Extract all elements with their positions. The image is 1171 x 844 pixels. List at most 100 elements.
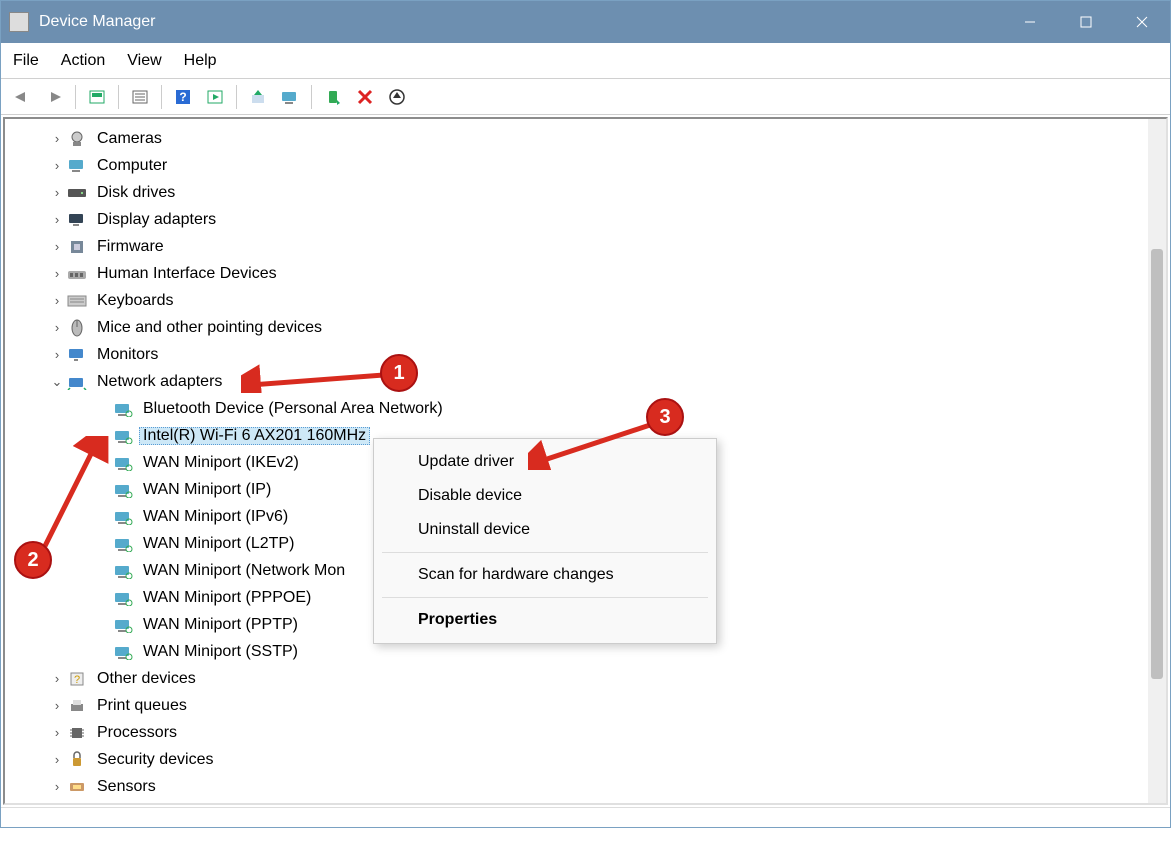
tree-item-label: WAN Miniport (PPTP)	[139, 617, 302, 633]
minimize-button[interactable]	[1002, 1, 1058, 43]
statusbar	[1, 807, 1170, 827]
tree-item-label: Cameras	[93, 131, 166, 147]
menu-item[interactable]: Disable device	[374, 479, 716, 513]
annotation-badge-3: 3	[646, 398, 684, 436]
menu-item[interactable]: Uninstall device	[374, 513, 716, 547]
enable-device-button[interactable]	[318, 83, 348, 111]
tree-category[interactable]: › Keyboards	[9, 287, 1162, 314]
titlebar[interactable]: Device Manager	[1, 1, 1170, 43]
processor-icon	[67, 724, 87, 742]
menu-item[interactable]: Properties	[374, 603, 716, 637]
tree-item-label: WAN Miniport (L2TP)	[139, 536, 298, 552]
chevron-icon[interactable]: ›	[49, 132, 65, 145]
netcard-icon	[113, 481, 133, 499]
uninstall-device-button[interactable]	[350, 83, 380, 111]
tree-item-label: Print queues	[93, 698, 191, 714]
chevron-icon[interactable]: ›	[49, 753, 65, 766]
chevron-icon[interactable]: ›	[49, 159, 65, 172]
chevron-icon[interactable]: ›	[49, 294, 65, 307]
netcard-icon	[113, 427, 133, 445]
menu-file[interactable]: File	[13, 52, 39, 70]
menu-view[interactable]: View	[127, 52, 161, 70]
update-driver-button[interactable]	[243, 83, 273, 111]
annotation-badge-2: 2	[14, 541, 52, 579]
printer-icon	[67, 697, 87, 715]
tree-category[interactable]: ›Disk drives	[9, 179, 1162, 206]
tree-item-label: Network adapters	[93, 374, 226, 390]
camera-icon	[67, 130, 87, 148]
netcard-icon	[113, 454, 133, 472]
tree-category[interactable]: › Processors	[9, 719, 1162, 746]
tree-item-label: Processors	[93, 725, 181, 741]
tree-item-label: Computer	[93, 158, 171, 174]
tree-item-label: Security devices	[93, 752, 218, 768]
tree-category[interactable]: ›? Other devices	[9, 665, 1162, 692]
action-button[interactable]	[200, 83, 230, 111]
tree-category[interactable]: ⌄ Network adapters	[9, 368, 1162, 395]
menu-help[interactable]: Help	[184, 52, 217, 70]
chevron-icon[interactable]: ›	[49, 726, 65, 739]
menu-item[interactable]: Scan for hardware changes	[374, 558, 716, 592]
chevron-icon[interactable]: ›	[49, 267, 65, 280]
forward-button[interactable]	[39, 83, 69, 111]
tree-item-label: Mice and other pointing devices	[93, 320, 326, 336]
security-icon	[67, 751, 87, 769]
tree-category[interactable]: › Display adapters	[9, 206, 1162, 233]
tree-item-label: Sensors	[93, 779, 160, 795]
close-button[interactable]	[1114, 1, 1170, 43]
menubar: File Action View Help	[1, 43, 1170, 79]
tree-item-label: Other devices	[93, 671, 200, 687]
tree-item-label: Keyboards	[93, 293, 178, 309]
tree-item-label: WAN Miniport (Network Mon	[139, 563, 349, 579]
netcard-icon	[113, 562, 133, 580]
tree-category[interactable]: ›Firmware	[9, 233, 1162, 260]
svg-text:?: ?	[179, 90, 186, 104]
chevron-icon[interactable]: ›	[49, 780, 65, 793]
chevron-icon[interactable]: ›	[49, 699, 65, 712]
chevron-icon[interactable]: ›	[49, 186, 65, 199]
tree-device[interactable]: Bluetooth Device (Personal Area Network)	[9, 395, 1162, 422]
tree-category[interactable]: ›Human Interface Devices	[9, 260, 1162, 287]
chevron-icon[interactable]: ›	[49, 348, 65, 361]
tree-category[interactable]: › Sensors	[9, 773, 1162, 800]
scrollbar-thumb[interactable]	[1151, 249, 1163, 679]
tree-item-label: Intel(R) Wi-Fi 6 AX201 160MHz	[139, 427, 370, 445]
show-hidden-button[interactable]	[82, 83, 112, 111]
tree-category[interactable]: › Print queues	[9, 692, 1162, 719]
sensor-icon	[67, 778, 87, 796]
maximize-button[interactable]	[1058, 1, 1114, 43]
app-icon	[9, 12, 29, 32]
vertical-scrollbar[interactable]	[1148, 119, 1166, 803]
mouse-icon	[67, 319, 87, 337]
netcard-icon	[113, 643, 133, 661]
chevron-icon[interactable]: ›	[49, 213, 65, 226]
tree-item-label: WAN Miniport (IP)	[139, 482, 275, 498]
menu-action[interactable]: Action	[61, 52, 105, 70]
netcard-icon	[113, 400, 133, 418]
tree-category[interactable]: › Cameras	[9, 125, 1162, 152]
chevron-icon[interactable]: ›	[49, 321, 65, 334]
chevron-icon[interactable]: ›	[49, 672, 65, 685]
annotation-arrow-2	[40, 436, 110, 556]
window-title: Device Manager	[39, 13, 156, 31]
other-icon: ?	[67, 670, 87, 688]
disk-icon	[67, 184, 87, 202]
tree-category[interactable]: › Security devices	[9, 746, 1162, 773]
netcard-icon	[113, 508, 133, 526]
annotation-badge-1: 1	[380, 354, 418, 392]
properties-button[interactable]	[125, 83, 155, 111]
tree-category[interactable]: › Monitors	[9, 341, 1162, 368]
tree-category[interactable]: › Mice and other pointing devices	[9, 314, 1162, 341]
help-button[interactable]: ?	[168, 83, 198, 111]
chevron-icon[interactable]: ⌄	[49, 375, 65, 388]
disable-device-button[interactable]	[382, 83, 412, 111]
display-icon	[67, 211, 87, 229]
chevron-icon[interactable]: ›	[49, 240, 65, 253]
tree-category[interactable]: › Computer	[9, 152, 1162, 179]
tree-item-label: Bluetooth Device (Personal Area Network)	[139, 401, 447, 417]
tree-item-label: Monitors	[93, 347, 162, 363]
monitor-icon	[67, 346, 87, 364]
back-button[interactable]	[7, 83, 37, 111]
tree-item-label: Display adapters	[93, 212, 220, 228]
scan-hardware-button[interactable]	[275, 83, 305, 111]
